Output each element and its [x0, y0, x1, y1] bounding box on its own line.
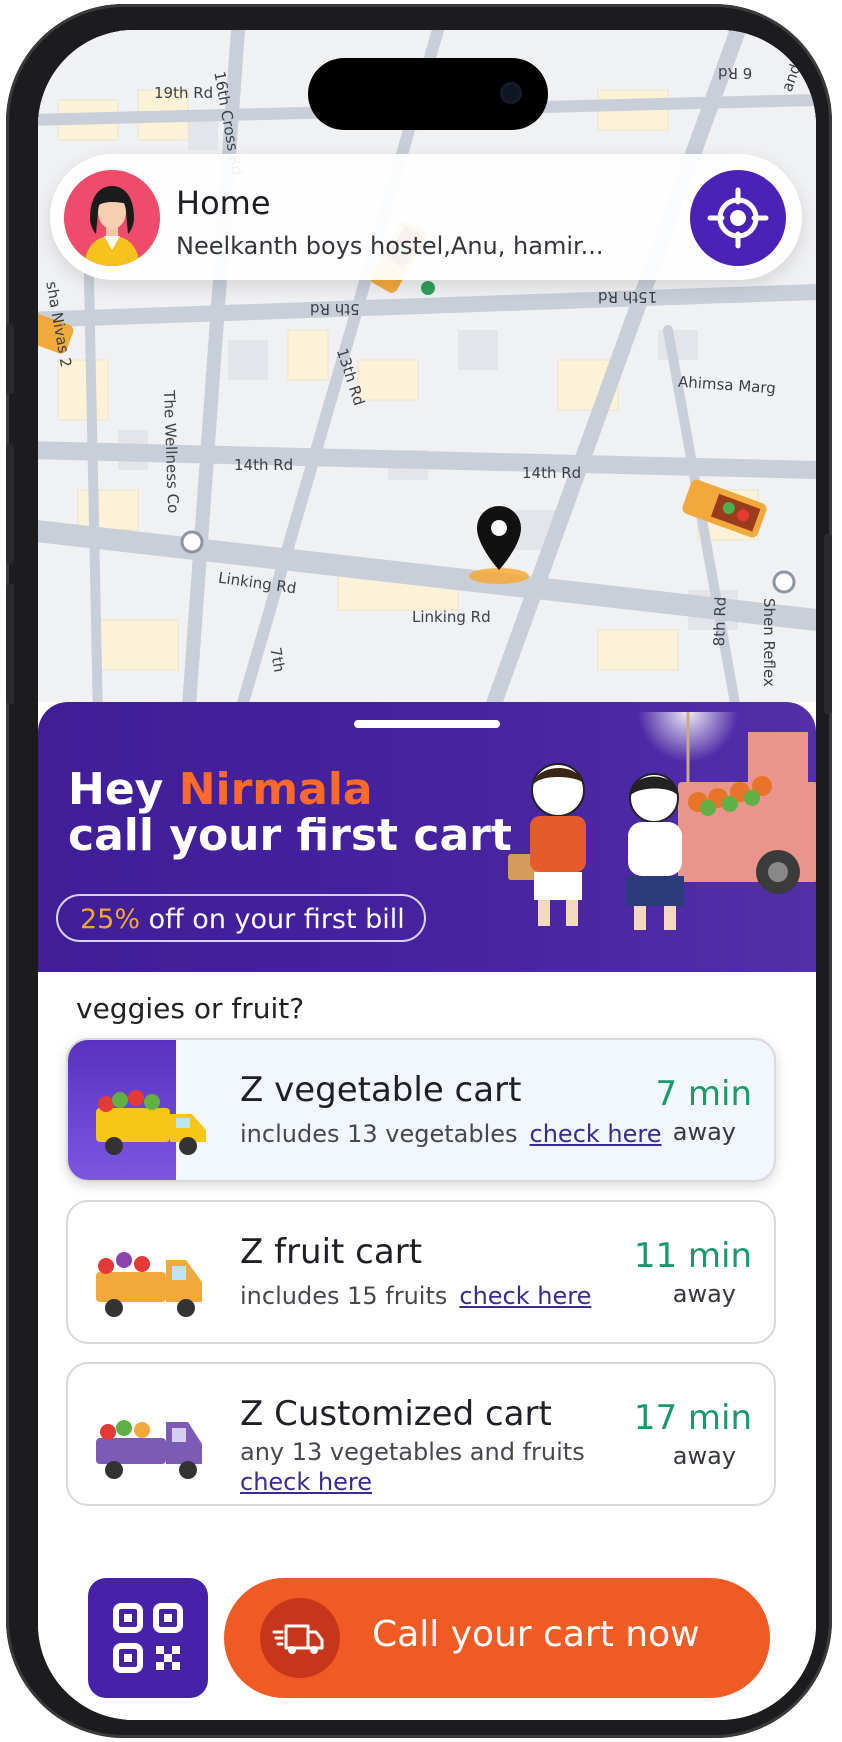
address-title: Home: [176, 184, 271, 222]
address-text[interactable]: Neelkanth boys hostel,Anu, hamir...: [176, 232, 646, 260]
eta-away: away: [672, 1442, 736, 1470]
locate-button[interactable]: [690, 170, 786, 266]
phone-button: [824, 534, 832, 714]
cart-subtitle: includes 15 fruits check here: [240, 1282, 591, 1310]
cart-description: includes 15 fruits: [240, 1282, 448, 1310]
offer-pill[interactable]: 25% off on your first bill: [56, 894, 426, 942]
banner-headline: call your first cart: [68, 810, 512, 861]
offer-percent: 25%: [80, 904, 141, 935]
cart-title: Z fruit cart: [240, 1232, 423, 1272]
cart-option-customized[interactable]: Z Customized cart any 13 vegetables and …: [66, 1362, 776, 1506]
greeting: Hey Nirmala: [68, 764, 373, 815]
cart-title: Z Customized cart: [240, 1394, 552, 1434]
truck-icon: [260, 1598, 340, 1678]
fruit-truck-icon: [96, 1252, 202, 1317]
promo-banner[interactable]: Hey Nirmala call your first cart 25% off…: [38, 702, 816, 972]
phone-button: [6, 324, 14, 394]
map-view[interactable]: 19th Rd 16th Cross Rd 5th Rd 15th Rd 13t…: [38, 30, 816, 720]
road-label: 14th Rd: [522, 464, 582, 482]
custom-truck-icon: [96, 1420, 202, 1479]
phone-button: [6, 584, 14, 704]
cart-description: includes 13 vegetables: [240, 1120, 518, 1148]
section-label: veggies or fruit?: [76, 992, 305, 1025]
call-cart-button[interactable]: Call your cart now: [224, 1578, 770, 1698]
phone-frame: 19th Rd 16th Cross Rd 5th Rd 15th Rd 13t…: [6, 4, 832, 1738]
cart-title: Z vegetable cart: [240, 1070, 522, 1110]
vegetable-truck-icon: [96, 1090, 206, 1155]
road-label: 5th Rd: [310, 300, 360, 318]
road-label: 8th Rd: [710, 596, 730, 647]
road-label: 6 Rd: [718, 64, 753, 82]
locate-icon: [707, 187, 769, 249]
eta-away: away: [672, 1118, 736, 1146]
cart-description: any 13 vegetables and fruits: [240, 1438, 585, 1466]
screen: 19th Rd 16th Cross Rd 5th Rd 15th Rd 13t…: [38, 30, 816, 1720]
road-label: 19th Rd: [154, 84, 214, 102]
address-bar[interactable]: Home Neelkanth boys hostel,Anu, hamir...: [50, 154, 802, 280]
qr-code-icon: [113, 1603, 183, 1673]
bottom-sheet: Hey Nirmala call your first cart 25% off…: [38, 702, 816, 1720]
check-here-link[interactable]: check here: [240, 1468, 372, 1496]
road-label: 15th Rd: [598, 288, 658, 306]
avatar[interactable]: [64, 170, 160, 266]
cta-label: Call your cart now: [372, 1614, 700, 1655]
cart-option-vegetable[interactable]: Z vegetable cart includes 13 vegetables c…: [66, 1038, 776, 1182]
eta-minutes: 11 min: [633, 1236, 752, 1276]
vendor-illustration: [508, 712, 816, 930]
cart-option-fruit[interactable]: Z fruit cart includes 15 fruits check her…: [66, 1200, 776, 1344]
qr-scan-button[interactable]: [88, 1578, 208, 1698]
check-here-link[interactable]: check here: [530, 1120, 662, 1148]
greeting-hey: Hey: [68, 764, 164, 815]
cart-subtitle: includes 13 vegetables check here: [240, 1120, 662, 1148]
dynamic-island: [308, 58, 548, 130]
phone-button: [6, 444, 14, 564]
camera-icon: [500, 82, 522, 104]
eta-away: away: [672, 1280, 736, 1308]
user-name: Nirmala: [178, 764, 373, 815]
road-label: 14th Rd: [234, 456, 294, 474]
eta-minutes: 7 min: [655, 1074, 752, 1114]
road-label: Linking Rd: [412, 608, 491, 626]
offer-text: off on your first bill: [140, 904, 405, 935]
check-here-link[interactable]: check here: [459, 1282, 591, 1310]
eta-minutes: 17 min: [633, 1398, 752, 1438]
road-label: Shen Reflex: [760, 598, 778, 687]
